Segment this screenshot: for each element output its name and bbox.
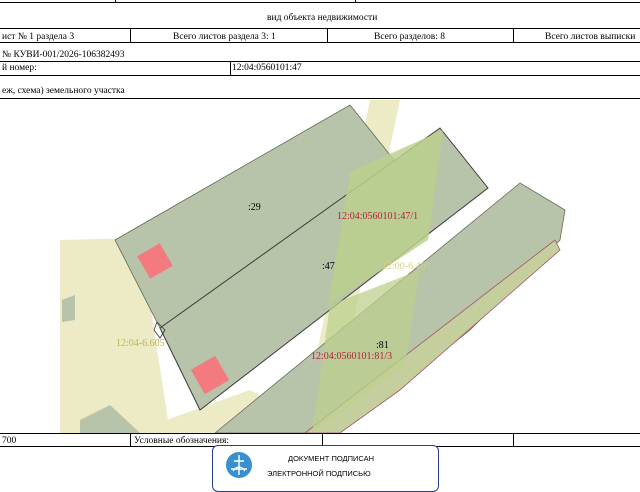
map-label-605: 12:04-6.605: [116, 338, 165, 349]
caption-bottom: [0, 98, 640, 99]
top-divider-2: [355, 0, 356, 3]
reg-row-bottom: [0, 61, 640, 62]
map-svg: [60, 100, 566, 433]
footer-divider-3: [513, 433, 514, 447]
document-title: вид объекта недвижимости: [267, 13, 378, 23]
registration-number: № КУВИ-001/2026-106382493: [2, 50, 125, 60]
title-bottom-border: [0, 28, 640, 29]
footer-top: [0, 433, 640, 434]
map-label-81-3: 12:04:0560101:81/3: [311, 351, 393, 362]
plan-caption: еж, схема) земельного участка: [2, 86, 125, 96]
footer-divider-1: [130, 433, 131, 447]
col-divider-2: [327, 28, 328, 42]
top-border: [0, 2, 640, 3]
map-label-47: :47: [322, 261, 335, 272]
col-divider-3: [513, 28, 514, 42]
stamp-line-2: ЭЛЕКТРОННОЙ ПОДПИСЬЮ: [267, 469, 371, 478]
cadastral-value: 12:04:0560101:47: [232, 63, 302, 73]
stamp-line-1: ДОКУМЕНТ ПОДПИСАН: [288, 454, 375, 463]
signature-stamp: ДОКУМЕНТ ПОДПИСАН ЭЛЕКТРОННОЙ ПОДПИСЬЮ: [212, 445, 439, 492]
col-divider-1: [130, 28, 131, 42]
map-label-29: :29: [248, 202, 261, 213]
map-label-47-1: 12:04:0560101:47/1: [337, 211, 419, 222]
map-label-646: 12:00-6.46: [382, 261, 426, 272]
cadastral-map: :29 :47 :81 12:04:0560101:47/1 12:00-6.4…: [0, 100, 640, 433]
cadastral-row-bottom: [0, 75, 640, 76]
cadastral-label: й номер:: [2, 63, 37, 73]
cadastral-divider: [230, 61, 231, 75]
top-divider: [115, 0, 116, 3]
signature-logo-icon: [226, 452, 252, 478]
sheet-row-bottom: [0, 42, 640, 43]
